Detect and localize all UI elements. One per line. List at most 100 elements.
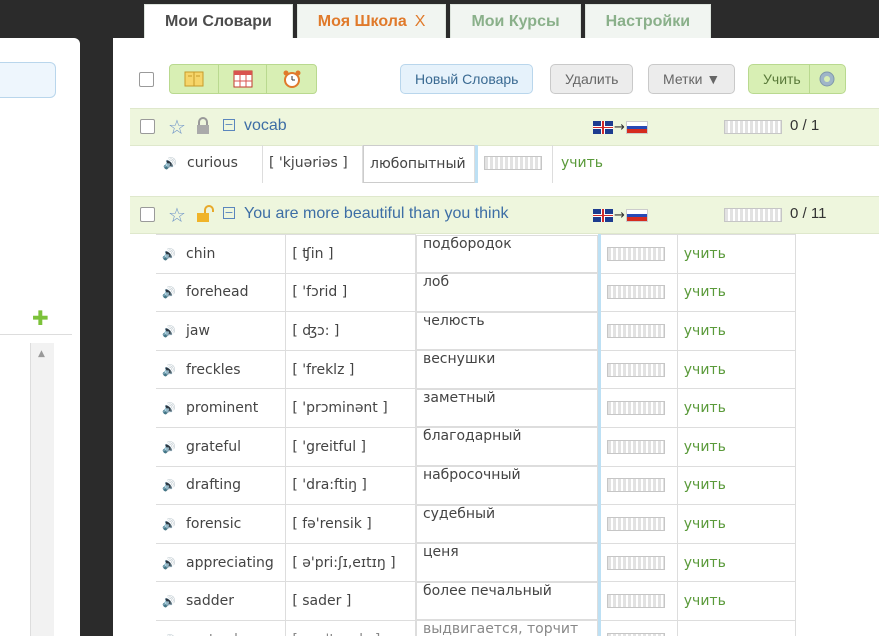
tab-my-school[interactable]: Моя Школа X <box>296 4 447 38</box>
dictionary-header[interactable]: ☆ − You are more beautiful than you thin… <box>130 196 879 234</box>
uk-flag-icon <box>593 121 613 134</box>
dictionary-name[interactable]: You are more beautiful than you think <box>244 205 508 223</box>
word-cell: 🔊 appreciating <box>156 542 287 583</box>
calendar-icon <box>233 70 252 88</box>
speaker-icon[interactable]: 🔊 <box>162 479 178 492</box>
english-word: grateful <box>186 438 242 455</box>
transcription-cell: [ ʤɔ: ] <box>285 311 416 351</box>
progress-cell <box>597 234 678 274</box>
dictionary-checkbox[interactable] <box>140 119 155 134</box>
view-table-button[interactable] <box>219 65 268 93</box>
word-count: 0 / 1 <box>790 117 820 134</box>
new-dictionary-button[interactable]: Новый Словарь <box>400 64 534 94</box>
learn-button[interactable]: Учить <box>748 64 846 94</box>
dictionary-header[interactable]: ☆ − vocab → 0 / 1 <box>130 108 879 146</box>
translation-cell: заметный <box>415 388 598 428</box>
speaker-icon[interactable]: 🔊 <box>162 518 178 531</box>
translation-cell: благодарный <box>415 427 598 467</box>
progress-cell <box>597 465 678 506</box>
english-word: prominent <box>186 400 259 417</box>
dictionary-name[interactable]: vocab <box>244 117 287 135</box>
gear-icon[interactable] <box>808 65 845 93</box>
learn-link[interactable]: учить <box>676 542 797 583</box>
speaker-icon[interactable]: 🔊 <box>163 146 179 182</box>
learn-label: Учить <box>763 71 801 87</box>
select-all-checkbox[interactable] <box>139 72 154 87</box>
progress-cell <box>597 388 678 428</box>
transcription-cell: [ 'dra:ftiŋ ] <box>285 465 416 506</box>
add-icon[interactable]: ✚ <box>32 308 49 328</box>
language-pair: → <box>593 208 648 223</box>
learn-link[interactable]: учить <box>676 272 797 313</box>
translation-cell: подбородок <box>415 234 598 274</box>
speaker-icon[interactable]: 🔊 <box>162 364 178 377</box>
transcription-cell: [ 'kjuəriəs ] <box>263 145 363 183</box>
speaker-icon[interactable]: 🔊 <box>162 595 178 608</box>
english-word: chin <box>186 245 216 262</box>
dictionary-checkbox[interactable] <box>140 207 155 222</box>
speaker-icon[interactable]: 🔊 <box>162 557 178 570</box>
progress-cell <box>597 349 678 390</box>
speaker-icon[interactable]: 🔊 <box>162 248 178 261</box>
learn-link[interactable]: учить <box>676 581 797 621</box>
view-book-button[interactable] <box>170 65 219 93</box>
tab-my-courses[interactable]: Мои Курсы <box>450 4 581 38</box>
translation-cell: челюсть <box>415 311 598 351</box>
learn-link[interactable]: учить <box>676 619 797 636</box>
speaker-icon[interactable]: 🔊 <box>162 402 178 415</box>
alarm-clock-icon <box>283 70 301 88</box>
progress-cell <box>597 619 678 636</box>
table-row: 🔊 curious [ 'kjuəriəs ] любопытный учить <box>130 145 879 183</box>
language-pair: → <box>593 120 648 135</box>
translation-cell: любопытный <box>363 145 475 183</box>
tab-my-dictionaries[interactable]: Мои Словари <box>144 4 293 38</box>
transcription-cell: [ sader ] <box>285 581 416 621</box>
unlocked-lock-icon[interactable] <box>196 205 214 223</box>
table-row: 🔊 sadder [ sader ] более печальный учить <box>156 581 797 621</box>
tab-settings[interactable]: Настройки <box>584 4 712 38</box>
learn-link[interactable]: учить <box>676 234 797 274</box>
collapse-icon[interactable]: − <box>223 119 235 131</box>
table-row: 🔊 grateful [ 'greitful ] благодарный учить <box>156 426 797 467</box>
tags-dropdown-button[interactable]: Метки ▼ <box>648 64 736 94</box>
english-word: sadder <box>186 593 235 610</box>
view-mode-group <box>169 64 317 94</box>
lock-icon[interactable] <box>196 117 210 135</box>
scroll-up-icon[interactable]: ▲ <box>38 349 45 359</box>
word-cell: 🔊 grateful <box>156 426 287 467</box>
dictionary-progress-bar <box>724 208 782 222</box>
delete-button[interactable]: Удалить <box>550 64 634 94</box>
learn-link[interactable]: учить <box>676 349 797 390</box>
english-word: curious <box>187 155 238 171</box>
learn-link[interactable]: учить <box>676 388 797 428</box>
collapse-icon[interactable]: − <box>223 207 235 219</box>
speaker-icon[interactable]: 🔊 <box>162 325 178 338</box>
word-cell: 🔊 prominent <box>156 388 287 428</box>
sidebar-selected-item[interactable] <box>0 62 56 98</box>
learn-link[interactable]: учить <box>553 145 613 183</box>
word-progress-bar <box>606 555 665 570</box>
close-icon[interactable]: X <box>415 13 426 30</box>
tab-label: Моя Школа <box>317 13 407 30</box>
sidebar-scrollbar[interactable]: ▲ <box>30 343 54 636</box>
arrow-icon: → <box>614 120 625 135</box>
word-cell: 🔊 curious <box>163 145 263 183</box>
speaker-icon[interactable]: 🔊 <box>162 441 178 454</box>
english-word: protrudes <box>186 632 254 636</box>
table-row: 🔊 chin [ ʧin ] подбородок учить <box>156 234 797 274</box>
translation-cell: набросочный <box>415 466 598 505</box>
book-icon <box>184 71 204 87</box>
word-progress-bar <box>606 401 665 416</box>
speaker-icon[interactable]: 🔊 <box>162 286 178 299</box>
translation-cell: лоб <box>415 273 598 312</box>
uk-flag-icon <box>593 209 613 222</box>
learn-link[interactable]: учить <box>676 465 797 506</box>
word-cell: 🔊 chin <box>156 234 287 274</box>
star-icon[interactable]: ☆ <box>168 115 186 139</box>
arrow-icon: → <box>614 208 625 223</box>
learn-link[interactable]: учить <box>676 504 797 544</box>
view-clock-button[interactable] <box>267 65 316 93</box>
learn-link[interactable]: учить <box>676 311 797 351</box>
learn-link[interactable]: учить <box>676 426 797 467</box>
star-icon[interactable]: ☆ <box>168 203 186 227</box>
